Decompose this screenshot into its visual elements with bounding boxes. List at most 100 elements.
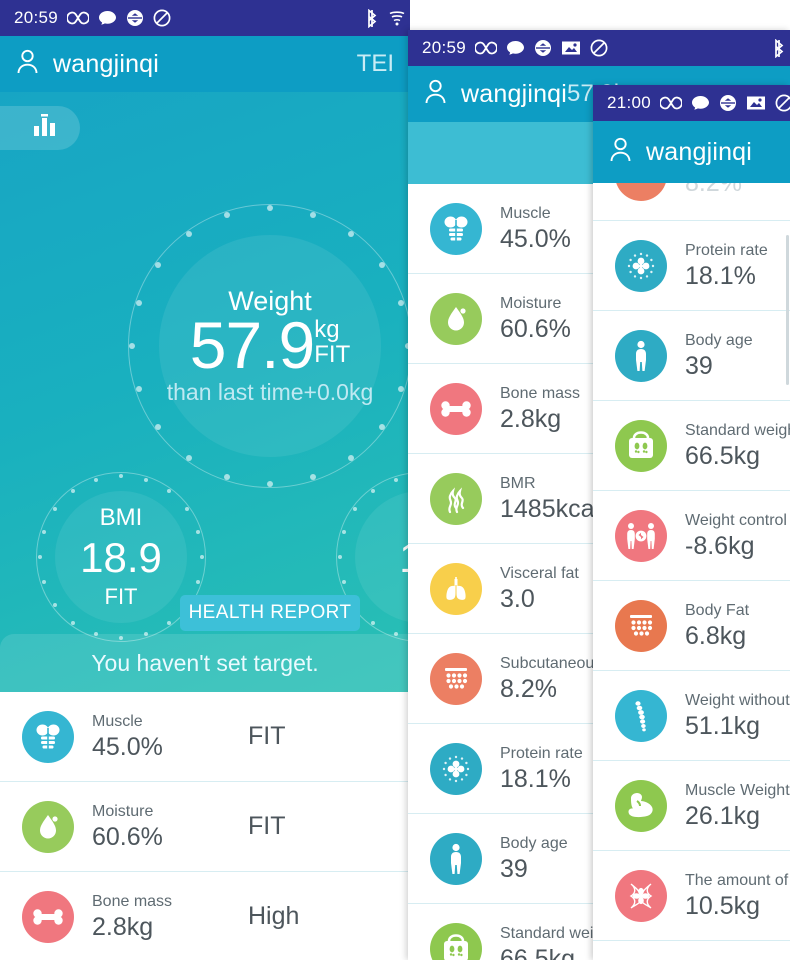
app-bar: wangjinqi TEI [0,36,410,92]
lungs-icon [430,562,482,615]
metric-value: 3.0 [500,585,535,614]
target-status-band[interactable]: You haven't set target. [0,634,410,692]
metric-text: Weight without fa 51.1kg [685,690,790,742]
metric-text: Moisture 60.6% [92,801,163,853]
metric-text: Muscle 45.0% [92,711,163,763]
metric-row[interactable]: Bone mass 2.8kg High [0,872,410,960]
metric-value: 39 [500,855,528,884]
metric-name: The amount of pr [685,871,790,889]
metric-text: Muscle 45.0% [500,203,571,255]
biceps-icon [615,779,667,832]
weight-control-icon [615,509,667,562]
partial-metric-row[interactable]: 8.2% [593,183,790,221]
status-clock: 21:00 [607,93,652,112]
chat-bubble-icon [98,10,117,27]
wifi-icon [388,10,410,26]
metric-value: 6.8kg [685,622,747,651]
trend-chart-button[interactable] [0,106,80,150]
protein-icon [430,742,482,795]
body-icon [430,832,482,885]
muscle-icon [430,202,482,255]
protein-icon [615,239,667,292]
metric-name: Bone mass [500,384,581,402]
metric-name: Standard weight [685,421,790,439]
metric-value: 2.8kg [92,913,154,942]
bmi-state: FIT [104,584,138,610]
metric-name: Protein rate [500,744,583,762]
metric-row[interactable]: Muscle 45.0% FIT [0,692,410,782]
screenshot-stage: 20:59 wangjinqi TEI Weight 57.9 kg FIT t… [0,0,790,960]
status-clock: 20:59 [422,38,467,57]
person-icon [16,49,39,80]
metric-row[interactable]: Muscle Weight 26.1kg [593,761,790,851]
metric-row[interactable]: Protein rate 18.1% [593,221,790,311]
metric-text: Moisture 60.6% [500,293,571,345]
metric-row[interactable]: The amount of pr 10.5kg [593,851,790,941]
metric-value: 66.5kg [685,442,761,471]
metric-row[interactable]: Body Fat 6.8kg [593,581,790,671]
metric-verdict: FIT [248,722,286,750]
metric-value: 18.1% [500,765,571,794]
fat-grid-icon [430,652,482,705]
sync-icon [534,39,552,57]
metric-value: 60.6% [92,823,163,852]
status-bar: 20:59 [0,0,410,36]
water-drop-icon [430,292,482,345]
status-bar: 20:59 [408,30,790,66]
scrollbar-thumb[interactable] [786,235,789,385]
scale-icon [615,419,667,472]
chat-bubble-icon [691,95,710,112]
sync-icon [719,94,737,112]
metric-text: Protein rate 18.1% [685,240,768,292]
metric-row[interactable]: Weight without fa 51.1kg [593,671,790,761]
metric-row[interactable]: Weight control -8.6kg [593,491,790,581]
scale-icon [430,922,482,960]
metric-name: Weight control [685,511,787,529]
weight-dial[interactable]: Weight 57.9 kg FIT than last time+0.0kg [128,204,410,488]
metric-name: BMR [500,474,536,492]
body-icon [615,329,667,382]
bone-icon [430,382,482,435]
hero-dashboard: Weight 57.9 kg FIT than last time+0.0kg … [0,92,410,692]
metric-value: 10.5kg [685,892,761,921]
chat-bubble-icon [506,40,525,57]
metric-text: The amount of pr 10.5kg [685,870,790,922]
metric-list: Muscle 45.0% FIT Moisture 60.6% FIT Bone mass 2… [0,692,410,960]
bluetooth-icon [365,8,379,28]
metric-value: -8.6kg [685,532,755,561]
flame-icon [430,472,482,525]
metric-name: Muscle [500,204,551,222]
status-bar: 21:00 [593,85,790,121]
weight-value-row: 57.9 kg FIT [190,312,350,378]
metric-row[interactable]: Moisture 60.6% FIT [0,782,410,872]
metric-text: Weight control -8.6kg [685,510,787,562]
health-report-button[interactable]: HEALTH REPORT [180,595,360,631]
weight-dial-inner: Weight 57.9 kg FIT than last time+0.0kg [159,235,381,457]
metric-text: BMR 1485kcal [500,473,600,525]
metric-name: Moisture [92,802,154,820]
username-label: wangjinqi [646,137,753,166]
bar-chart-icon [32,113,58,143]
do-not-disturb-icon [590,39,608,57]
metric-row[interactable]: Standard weight 66.5kg [593,401,790,491]
do-not-disturb-icon [775,94,790,112]
metric-name: Muscle [92,712,143,730]
metric-text: Body age 39 [500,833,568,885]
weight-state: FIT [314,340,351,368]
metric-list: Protein rate 18.1% Body age 39 Standard weig… [593,221,790,941]
infinity-icon [475,41,498,55]
metric-name: Muscle Weight [685,781,790,799]
image-icon [561,40,581,56]
metric-name: Weight without fa [685,691,790,709]
appbar-right-label: TEI [356,50,394,77]
metric-value: 1485kcal [500,495,601,524]
metric-value: 18.1% [685,262,756,291]
person-icon [609,137,632,168]
bmi-value: 18.9 [80,533,162,581]
metric-text: Visceral fat 3.0 [500,563,579,615]
infinity-icon [67,11,90,25]
image-icon [746,95,766,111]
weight-units: kg FIT [314,313,350,369]
metric-value: 39 [685,352,713,381]
metric-row[interactable]: Body age 39 [593,311,790,401]
